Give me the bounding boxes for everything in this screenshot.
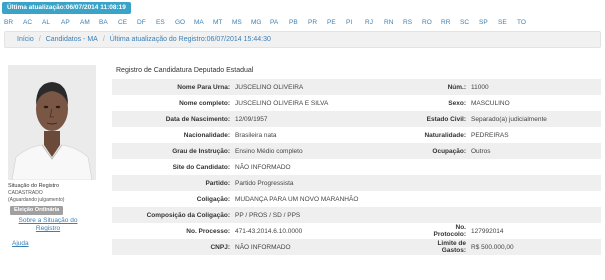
state-link-sp[interactable]: SP (479, 17, 498, 29)
election-type-badge: Eleição Ordinária (10, 206, 64, 215)
field-value: Separado(a) judicialmente (471, 115, 547, 123)
state-link-se[interactable]: SE (498, 17, 517, 29)
state-link-ba[interactable]: BA (99, 17, 118, 29)
breadcrumb: Início / Candidatos - MA / Última atuali… (4, 31, 601, 48)
state-link-rr[interactable]: RR (441, 17, 460, 29)
candidate-photo (8, 65, 96, 180)
state-link-to[interactable]: TO (517, 17, 536, 29)
state-link-rs[interactable]: RS (403, 17, 422, 29)
state-link-rj[interactable]: RJ (365, 17, 384, 29)
field-value: 127992014 (471, 227, 504, 235)
state-link-pb[interactable]: PB (289, 17, 308, 29)
field-value: PEDREIRAS (471, 131, 509, 139)
details-row: Nome Para Urna: JUSCELINO OLIVEIRA Núm.:… (112, 79, 601, 95)
state-link-pa[interactable]: PA (270, 17, 289, 29)
field-label: Composição da Coligação: (146, 211, 230, 219)
field-label: Núm.: (447, 83, 466, 91)
field-label: Nome completo: (179, 99, 230, 107)
state-link-ap[interactable]: AP (61, 17, 80, 29)
field-label: Estado Civil: (426, 115, 466, 123)
details-row: CNPJ: NÃO INFORMADO Limite de Gastos: R$… (112, 239, 601, 255)
field-value: 471-43.2014.6.10.0000 (235, 227, 303, 235)
field-label: Grau de Instrução: (172, 147, 230, 155)
state-link-pe[interactable]: PE (327, 17, 346, 29)
details-row: Site do Candidato: NÃO INFORMADO (112, 159, 601, 175)
state-link-al[interactable]: AL (42, 17, 61, 29)
field-value: PP / PROS / SD / PPS (235, 211, 301, 219)
state-link-ac[interactable]: AC (23, 17, 42, 29)
field-value: JUSCELINO OLIVEIRA E SILVA (235, 99, 329, 107)
state-link-rn[interactable]: RN (384, 17, 403, 29)
field-label: Nome Para Urna: (177, 83, 230, 91)
field-label: CNPJ: (210, 243, 230, 251)
state-link-ms[interactable]: MS (232, 17, 251, 29)
state-link-br[interactable]: BR (4, 17, 23, 29)
last-update-badge: Última atualização:06/07/2014 11:08:19 (2, 2, 131, 14)
registration-status-value: CADASTRADO (8, 190, 43, 196)
field-label: Coligação: (196, 195, 230, 203)
registration-status-label: Situação do Registro (8, 183, 60, 189)
breadcrumb-home-link[interactable]: Início (17, 36, 34, 43)
field-label: Partido: (205, 179, 230, 187)
state-link-ce[interactable]: CE (118, 17, 137, 29)
field-label: Ocupação: (432, 147, 466, 155)
field-value: Outros (471, 147, 491, 155)
field-label: Data de Nascimento: (165, 115, 230, 123)
state-nav: BR AC AL AP AM BA CE DF ES GO MA MT MS MG PA PB PR PE PI RJ… (0, 17, 605, 29)
state-link-am[interactable]: AM (80, 17, 99, 29)
state-link-mg[interactable]: MG (251, 17, 270, 29)
field-label: Limite de Gastos: (437, 240, 466, 254)
state-link-pr[interactable]: PR (308, 17, 327, 29)
field-value: MASCULINO (471, 99, 510, 107)
field-label: No. Processo: (186, 227, 230, 235)
field-value: 12/09/1957 (235, 115, 268, 123)
state-link-es[interactable]: ES (156, 17, 175, 29)
details-row: Nome completo: JUSCELINO OLIVEIRA E SILV… (112, 95, 601, 111)
field-value: MUDANÇA PARA UM NOVO MARANHÃO (235, 195, 359, 203)
field-label: Nacionalidade: (183, 131, 230, 139)
field-value: 11000 (471, 83, 489, 91)
breadcrumb-updated-link[interactable]: Última atualização do Registro:06/07/201… (110, 36, 271, 43)
field-value: NÃO INFORMADO (235, 163, 291, 171)
state-link-df[interactable]: DF (137, 17, 156, 29)
help-link[interactable]: Ajuda (12, 240, 108, 247)
details-row: Grau de Instrução: Ensino Médio completo… (112, 143, 601, 159)
breadcrumb-separator: / (102, 36, 105, 43)
field-value: R$ 500.000,00 (471, 243, 514, 251)
state-link-sc[interactable]: SC (460, 17, 479, 29)
state-link-ma[interactable]: MA (194, 17, 213, 29)
field-value: NÃO INFORMADO (235, 243, 291, 251)
state-link-pi[interactable]: PI (346, 17, 365, 29)
field-value: JUSCELINO OLIVEIRA (235, 83, 304, 91)
field-value: Partido Progressista (235, 179, 294, 187)
details-row: Nacionalidade: Brasileira nata Naturalid… (112, 127, 601, 143)
field-label: Site do Candidato: (172, 163, 230, 171)
state-link-mt[interactable]: MT (213, 17, 232, 29)
state-link-ro[interactable]: RO (422, 17, 441, 29)
field-value: Ensino Médio completo (235, 147, 303, 155)
details-row: Composição da Coligação: PP / PROS / SD … (112, 207, 601, 223)
breadcrumb-separator: / (38, 36, 41, 43)
details-row: Coligação: MUDANÇA PARA UM NOVO MARANHÃO (112, 191, 601, 207)
details-row: Data de Nascimento: 12/09/1957 Estado Ci… (112, 111, 601, 127)
registration-status-sub: (Aguardando julgamento) (8, 197, 65, 203)
breadcrumb-candidates-link[interactable]: Candidatos - MA (46, 36, 98, 43)
details-row: No. Processo: 471-43.2014.6.10.0000 No. … (112, 223, 601, 239)
sidebar: Situação do Registro CADASTRADO (Aguarda… (8, 182, 108, 247)
state-link-go[interactable]: GO (175, 17, 194, 29)
field-label: Naturalidade: (424, 131, 466, 139)
section-title: Registro de Candidatura Deputado Estadua… (116, 67, 254, 74)
candidate-details: Nome Para Urna: JUSCELINO OLIVEIRA Núm.:… (112, 79, 601, 255)
field-value: Brasileira nata (235, 131, 277, 139)
about-status-link[interactable]: Sobre a Situação do Registro (8, 217, 88, 233)
field-label: Sexo: (448, 99, 466, 107)
details-row: Partido: Partido Progressista (112, 175, 601, 191)
field-label: No. Protocolo: (433, 224, 467, 238)
